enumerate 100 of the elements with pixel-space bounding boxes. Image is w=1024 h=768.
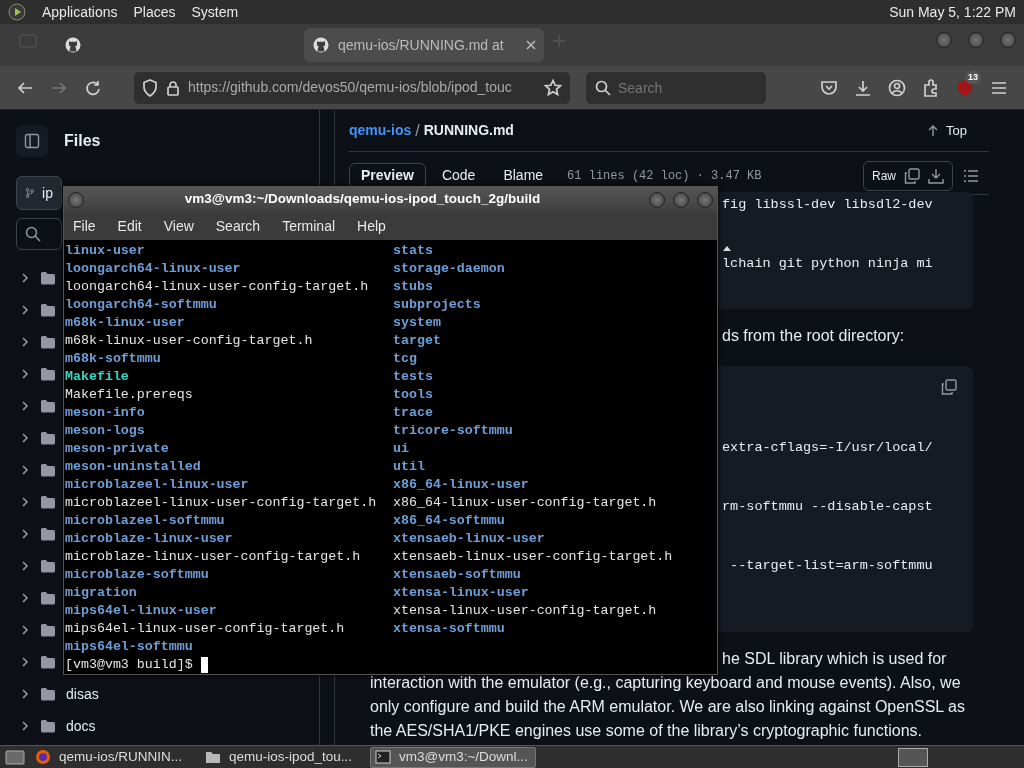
- panel-menu[interactable]: Applications: [42, 1, 118, 23]
- terminal-entry: stubs: [393, 278, 433, 296]
- taskbar-button[interactable]: vm3@vm3:~/Downl...: [370, 746, 536, 768]
- chevron-icon[interactable]: [20, 401, 30, 411]
- chevron-icon[interactable]: [20, 337, 30, 347]
- raw-button[interactable]: Raw: [872, 166, 896, 185]
- code-line: fig libssl-dev libsdl2-dev: [722, 196, 933, 214]
- download-icon[interactable]: [928, 167, 944, 184]
- terminal-entry: system: [393, 314, 441, 332]
- terminal-entry: loongarch64-linux-user-config-target.h: [65, 278, 369, 296]
- terminal-entry: meson-private: [65, 440, 169, 458]
- copy-icon[interactable]: [941, 379, 957, 395]
- shield-extension-icon[interactable]: [956, 78, 974, 97]
- panel-menu[interactable]: Places: [133, 1, 176, 23]
- workspace-switcher[interactable]: [898, 747, 928, 767]
- terminal-icon: [375, 750, 391, 764]
- terminal-entry: subprojects: [393, 296, 481, 314]
- copy-icon[interactable]: [904, 167, 920, 184]
- sidebar-title: Files: [64, 131, 101, 151]
- terminal-entry: tests: [393, 368, 433, 386]
- download-icon[interactable]: [854, 78, 872, 97]
- panel-menu[interactable]: System: [191, 1, 239, 23]
- extensions-icon[interactable]: [922, 78, 940, 97]
- window-control[interactable]: [1000, 32, 1016, 48]
- terminal-entry: x86_64-linux-user: [393, 476, 529, 494]
- chevron-icon[interactable]: [20, 657, 30, 667]
- folder-icon: [40, 399, 56, 413]
- search-icon: [595, 79, 611, 96]
- chevron-icon[interactable]: [20, 593, 30, 603]
- menu-item[interactable]: File: [73, 215, 96, 237]
- taskbar-button[interactable]: qemu-ios-ipod_tou...: [200, 746, 366, 768]
- repo-link[interactable]: qemu-ios: [349, 120, 412, 141]
- file-info: 61 lines (42 loc) · 3.47 KB: [567, 167, 762, 185]
- folder-name[interactable]: disas: [66, 683, 99, 705]
- branch-icon: [25, 185, 35, 201]
- lock-icon: [166, 79, 180, 96]
- paragraph: interaction with the emulator (e.g., capturing keyboard and mouse events). Also, we only configure and build the ARM emulator. We are also linking against OpenSSL as the AES/SHA1/PKE engines use some of the library’s cryptographic functions.: [369, 673, 965, 741]
- chevron-icon[interactable]: [20, 273, 30, 283]
- arrow-up-icon: [928, 124, 939, 137]
- window-control[interactable]: [649, 191, 665, 208]
- terminal-entry: loongarch64-linux-user: [65, 260, 241, 278]
- window-control[interactable]: [697, 191, 713, 208]
- sidebar-toggle-button[interactable]: [16, 125, 48, 157]
- terminal-entry: trace: [393, 404, 433, 422]
- view-tab[interactable]: Code: [429, 163, 488, 188]
- chevron-icon[interactable]: [20, 529, 30, 539]
- folder-icon: [40, 591, 56, 605]
- taskbar-button[interactable]: qemu-ios/RUNNIN...: [30, 746, 196, 768]
- folder-icon: [205, 750, 221, 764]
- chevron-icon[interactable]: [20, 625, 30, 635]
- file-search-field[interactable]: [16, 218, 62, 250]
- account-icon[interactable]: [888, 78, 906, 97]
- chevron-icon[interactable]: [20, 305, 30, 315]
- menu-item[interactable]: Search: [215, 215, 261, 237]
- top-button[interactable]: Top: [922, 119, 973, 142]
- folder-icon: [40, 463, 56, 477]
- terminal-entry: x86_64-linux-user-config-target.h: [393, 494, 657, 512]
- search-field[interactable]: Search: [586, 71, 766, 104]
- chevron-icon[interactable]: [20, 689, 30, 699]
- outline-icon[interactable]: [963, 167, 979, 184]
- branch-button[interactable]: ip: [16, 176, 62, 210]
- terminal-entry: migration: [65, 584, 137, 602]
- terminal-prompt: [vm3@vm3 build]$: [65, 656, 193, 674]
- view-tab[interactable]: Blame: [491, 163, 556, 188]
- folder-name[interactable]: docs: [66, 715, 96, 737]
- chevron-icon[interactable]: [20, 369, 30, 379]
- address-bar[interactable]: https://github.com/devos50/qemu-ios/blob/ipod_touc: [134, 71, 570, 104]
- chevron-icon[interactable]: [20, 561, 30, 571]
- window-menu-button[interactable]: [68, 191, 84, 208]
- terminal-entry: mips64el-linux-user-config-target.h: [65, 620, 345, 638]
- chevron-icon[interactable]: [20, 433, 30, 443]
- github-icon: [312, 36, 330, 54]
- chevron-icon[interactable]: [20, 721, 30, 731]
- terminal-entry: xtensa-linux-user: [393, 584, 529, 602]
- view-tab[interactable]: Preview: [349, 163, 426, 188]
- window-control[interactable]: [936, 32, 952, 48]
- menu-item[interactable]: View: [163, 215, 194, 237]
- clock: Sun May 5, 1:22 PM: [889, 2, 1016, 22]
- chevron-icon[interactable]: [20, 465, 30, 475]
- close-icon[interactable]: [526, 40, 536, 50]
- applications-icon[interactable]: [8, 3, 26, 21]
- chevron-icon[interactable]: [20, 497, 30, 507]
- window-control[interactable]: [673, 191, 689, 208]
- scroll-up-icon[interactable]: [723, 245, 731, 251]
- folder-icon: [40, 655, 56, 669]
- folder-icon: [40, 559, 56, 573]
- browser-tab[interactable]: qemu-ios/RUNNING.md at: [304, 28, 544, 62]
- code-line: extra-cflags=-I/usr/local/: [722, 439, 933, 457]
- folder-icon: [40, 719, 56, 733]
- reload-icon[interactable]: [84, 78, 102, 97]
- menu-item[interactable]: Edit: [117, 215, 142, 237]
- menu-item[interactable]: Help: [357, 215, 386, 237]
- bookmark-star-icon[interactable]: [544, 78, 562, 97]
- window-control[interactable]: [968, 32, 984, 48]
- menu-item[interactable]: Terminal: [282, 215, 336, 237]
- terminal-entry: mips64el-softmmu: [65, 638, 193, 656]
- pocket-icon[interactable]: [820, 78, 838, 97]
- terminal-entry: tricore-softmmu: [393, 422, 513, 440]
- folder-icon: [40, 687, 56, 701]
- show-desktop-icon[interactable]: [4, 748, 26, 766]
